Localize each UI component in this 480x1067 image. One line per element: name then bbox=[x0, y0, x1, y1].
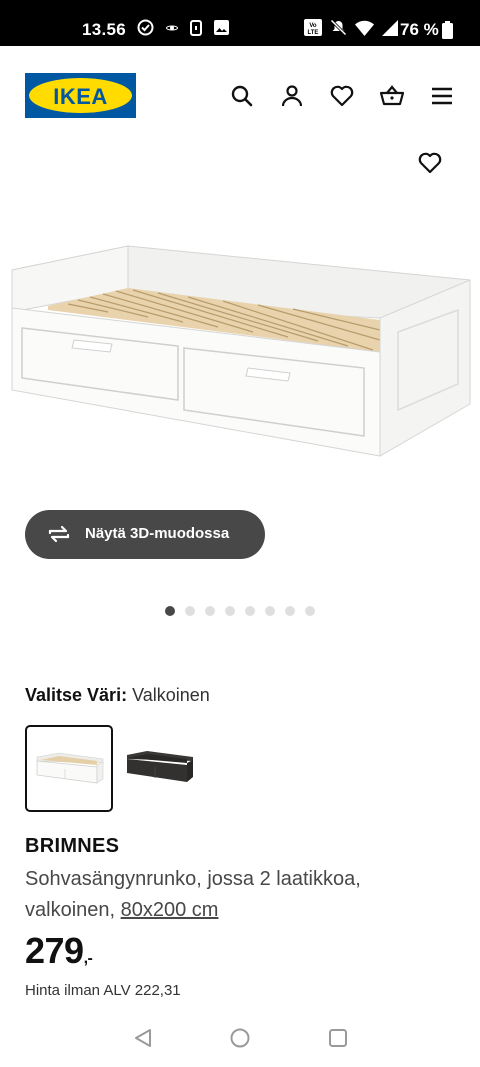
logo-text: IKEA bbox=[53, 84, 108, 109]
swatch-white[interactable] bbox=[25, 725, 113, 812]
react-icon bbox=[166, 25, 178, 30]
battery-icon bbox=[442, 21, 453, 39]
product-description: Sohvasängynrunko, jossa 2 laatikkoa, val… bbox=[25, 864, 425, 926]
menu-icon[interactable] bbox=[429, 83, 455, 109]
view-3d-label: Näytä 3D-muodossa bbox=[85, 525, 230, 542]
system-navigation-bar bbox=[0, 1016, 480, 1067]
rotate-3d-icon bbox=[48, 525, 70, 543]
home-icon[interactable] bbox=[228, 1026, 252, 1050]
recent-apps-icon[interactable] bbox=[326, 1026, 350, 1050]
gallery-dot[interactable] bbox=[185, 606, 195, 616]
mute-bell-icon bbox=[330, 19, 347, 36]
price-value: 279 bbox=[25, 930, 84, 971]
gallery-dot[interactable] bbox=[305, 606, 315, 616]
battery-percent: 76 % bbox=[400, 20, 439, 39]
color-value: Valkoinen bbox=[132, 685, 210, 705]
signal-icon bbox=[382, 19, 398, 36]
header: IKEA bbox=[0, 46, 480, 146]
status-time: 13.56 bbox=[82, 20, 127, 39]
favourites-icon[interactable] bbox=[329, 83, 355, 109]
product-name: BRIMNES bbox=[25, 835, 120, 857]
phone-device-icon bbox=[190, 19, 202, 36]
black-bed-thumbnail bbox=[127, 751, 193, 782]
svg-text:LTE: LTE bbox=[308, 30, 319, 36]
add-to-favourites-icon[interactable] bbox=[417, 150, 443, 176]
product-size-link[interactable]: 80x200 cm bbox=[121, 899, 219, 921]
product-price: 279,- bbox=[25, 930, 93, 972]
price-suffix: ,- bbox=[83, 950, 93, 967]
gallery-dot[interactable] bbox=[205, 606, 215, 616]
volte-icon: VoLTE bbox=[304, 19, 322, 36]
sync-check-icon bbox=[137, 19, 154, 36]
product-image[interactable] bbox=[8, 240, 472, 462]
color-selector-label: Valitse Väri: Valkoinen bbox=[25, 685, 210, 706]
swatch-black-brown[interactable] bbox=[117, 725, 205, 812]
gallery-icon bbox=[214, 20, 229, 35]
search-icon[interactable] bbox=[229, 83, 255, 109]
gallery-pagination bbox=[165, 606, 315, 616]
wifi-icon bbox=[355, 20, 374, 36]
account-icon[interactable] bbox=[279, 83, 305, 109]
gallery-dot[interactable] bbox=[165, 606, 175, 616]
gallery-dot[interactable] bbox=[245, 606, 255, 616]
gallery-dot[interactable] bbox=[265, 606, 275, 616]
gallery-dot[interactable] bbox=[285, 606, 295, 616]
status-bar: 13.56 Vo LTE 76 % bbox=[0, 0, 480, 46]
gallery-dot[interactable] bbox=[225, 606, 235, 616]
color-label: Valitse Väri: bbox=[25, 685, 128, 705]
back-icon[interactable] bbox=[131, 1026, 155, 1050]
view-3d-button[interactable]: Näytä 3D-muodossa bbox=[25, 510, 265, 559]
white-bed-thumbnail bbox=[36, 752, 104, 784]
price-excluding-vat: Hinta ilman ALV 222,31 bbox=[25, 982, 181, 999]
ikea-logo[interactable]: IKEA bbox=[25, 73, 136, 118]
svg-text:Vo: Vo bbox=[309, 23, 317, 29]
shopping-bag-icon[interactable] bbox=[379, 83, 405, 109]
